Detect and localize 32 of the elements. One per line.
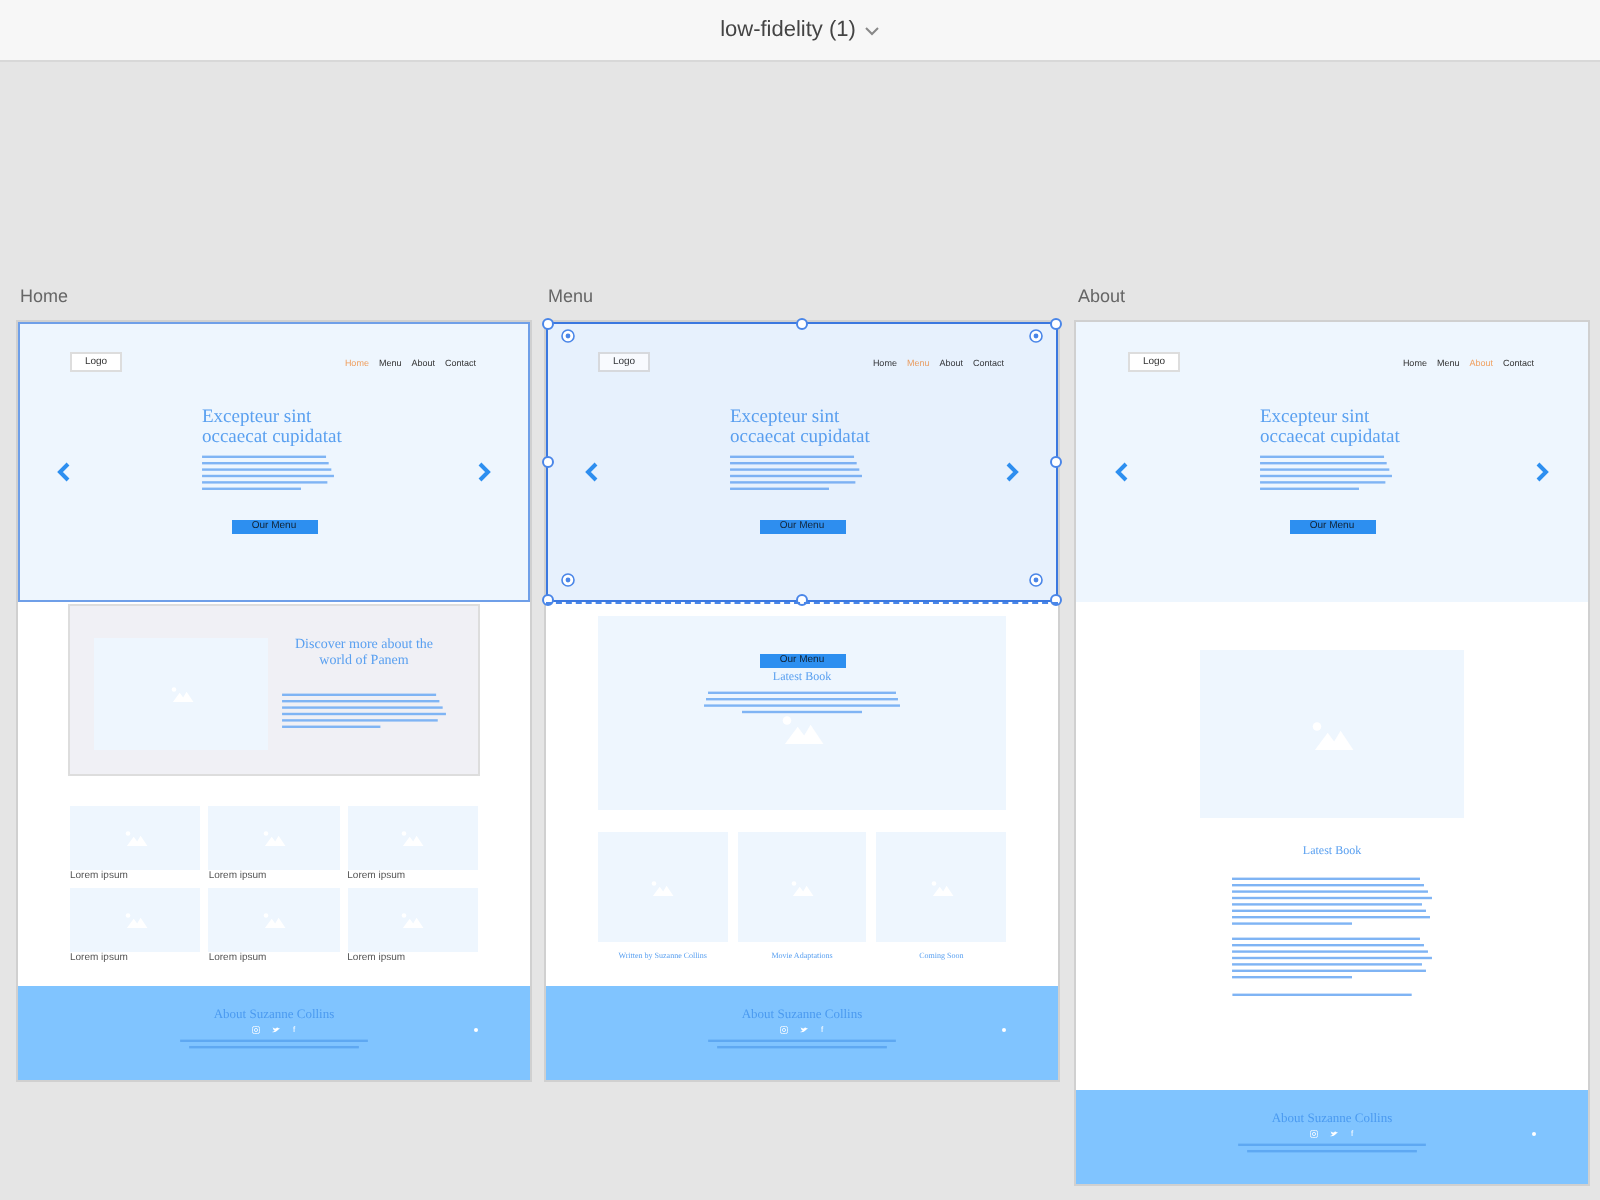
hero-heading: Excepteur sint occaecat cupidatat bbox=[1260, 408, 1402, 450]
document-title[interactable]: low-fidelity (1) bbox=[720, 18, 856, 42]
target-icon[interactable] bbox=[1028, 573, 1043, 588]
chevron-left-icon[interactable] bbox=[1114, 461, 1130, 482]
bird-icon[interactable] bbox=[272, 1026, 281, 1035]
hero-heading: Excepteur sint occaecat cupidatat bbox=[730, 408, 872, 450]
artboard-name[interactable]: Menu bbox=[548, 286, 594, 306]
chevron-right-icon[interactable] bbox=[1534, 461, 1550, 482]
text-lines-drawing bbox=[730, 453, 862, 493]
target-icon[interactable] bbox=[1028, 328, 1043, 343]
selection-handle[interactable] bbox=[542, 456, 554, 468]
hero-heading: Excepteur sint occaecat cupidatat bbox=[202, 408, 344, 450]
selection-handle[interactable] bbox=[1050, 594, 1062, 606]
chevron-right-icon[interactable] bbox=[1004, 461, 1020, 482]
bird-icon[interactable] bbox=[800, 1026, 809, 1035]
chevron-left-icon[interactable] bbox=[584, 461, 600, 482]
artboard-name[interactable]: About bbox=[1078, 286, 1126, 306]
selection-handle[interactable] bbox=[1050, 456, 1062, 468]
selection-handle[interactable] bbox=[542, 594, 554, 606]
target-icon[interactable] bbox=[561, 573, 576, 588]
selection-handle[interactable] bbox=[1050, 318, 1062, 330]
bird-icon[interactable] bbox=[1330, 1130, 1339, 1139]
image-placeholder-icon bbox=[780, 714, 824, 745]
selection-handle[interactable] bbox=[542, 318, 554, 330]
target-icon[interactable] bbox=[561, 328, 576, 343]
artboard-name[interactable]: Home bbox=[20, 286, 69, 306]
chevron-right-icon[interactable] bbox=[476, 461, 492, 482]
text-lines-drawing bbox=[1260, 453, 1392, 493]
caret-icon[interactable] bbox=[863, 25, 880, 35]
selection-handle[interactable] bbox=[796, 318, 808, 330]
chevron-left-icon[interactable] bbox=[56, 461, 72, 482]
text-lines-drawing bbox=[202, 453, 334, 493]
